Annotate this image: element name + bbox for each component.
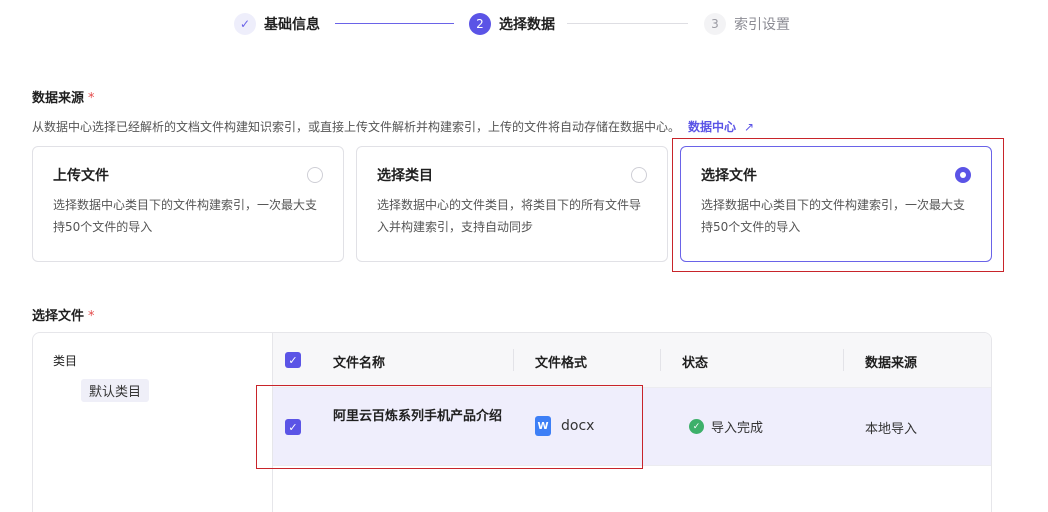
check-icon: ✓ [234, 13, 256, 35]
step-basic-info[interactable]: ✓ 基础信息 [234, 12, 320, 36]
required-mark: * [88, 309, 95, 324]
table-header: ✓ 文件名称 文件格式 状态 数据来源 [273, 333, 991, 388]
category-item-default[interactable]: 默认类目 [81, 379, 150, 402]
step-index-settings[interactable]: 3 索引设置 [704, 12, 790, 36]
column-divider [660, 349, 661, 371]
file-source: 本地导入 [865, 422, 918, 437]
required-mark: * [88, 91, 95, 106]
step-select-data[interactable]: 2 选择数据 [469, 12, 555, 36]
success-check-icon: ✓ [689, 419, 704, 434]
step-label: 基础信息 [264, 17, 320, 33]
step-number: 3 [704, 13, 726, 35]
data-source-label: 数据来源 * [32, 87, 95, 106]
column-header-data-source[interactable]: 数据来源 [865, 352, 917, 371]
file-status: ✓ 导入完成 [689, 417, 763, 436]
column-header-file-format[interactable]: 文件格式 [535, 352, 587, 371]
step-connector [567, 23, 688, 24]
select-all-checkbox[interactable]: ✓ [285, 352, 301, 368]
option-card-select-category[interactable]: 选择类目 选择数据中心的文件类目，将类目下的所有文件导入并构建索引，支持自动同步 [356, 146, 668, 262]
category-pane: 类目 默认类目 [33, 333, 273, 512]
option-title: 选择类目 [377, 168, 433, 184]
radio-button[interactable] [307, 167, 323, 183]
external-link-icon: ↗ [744, 120, 755, 134]
stepper: ✓ 基础信息 2 选择数据 3 索引设置 [0, 12, 1048, 36]
page: ✓ 基础信息 2 选择数据 3 索引设置 数据来源 * 从数据中心选择已经解析的文… [0, 0, 1048, 512]
data-source-description: 从数据中心选择已经解析的文档文件构建知识索引，或直接上传文件解析并构建索引，上传… [32, 120, 681, 134]
step-connector [335, 23, 454, 24]
highlight-box [672, 138, 1004, 272]
category-title: 类目 [53, 354, 78, 368]
highlight-box [256, 385, 643, 469]
select-file-label-text: 选择文件 [32, 309, 85, 324]
column-divider [513, 349, 514, 371]
file-status-text: 导入完成 [711, 421, 764, 436]
step-number: 2 [469, 13, 491, 35]
data-center-link[interactable]: 数据中心 ↗ [688, 118, 754, 135]
column-header-status[interactable]: 状态 [682, 352, 708, 371]
column-header-file-name[interactable]: 文件名称 [333, 352, 385, 371]
radio-button[interactable] [631, 167, 647, 183]
column-divider [843, 349, 844, 371]
option-description: 选择数据中心的文件类目，将类目下的所有文件导入并构建索引，支持自动同步 [377, 198, 642, 234]
data-source-label-text: 数据来源 [32, 91, 85, 106]
data-center-link-label: 数据中心 [688, 120, 737, 134]
option-description: 选择数据中心类目下的文件构建索引，一次最大支持50个文件的导入 [53, 198, 318, 234]
select-file-label: 选择文件 * [32, 305, 95, 324]
option-card-upload-file[interactable]: 上传文件 选择数据中心类目下的文件构建索引，一次最大支持50个文件的导入 [32, 146, 344, 262]
step-label: 索引设置 [734, 17, 790, 33]
option-title: 上传文件 [53, 168, 109, 184]
step-label: 选择数据 [499, 17, 555, 33]
